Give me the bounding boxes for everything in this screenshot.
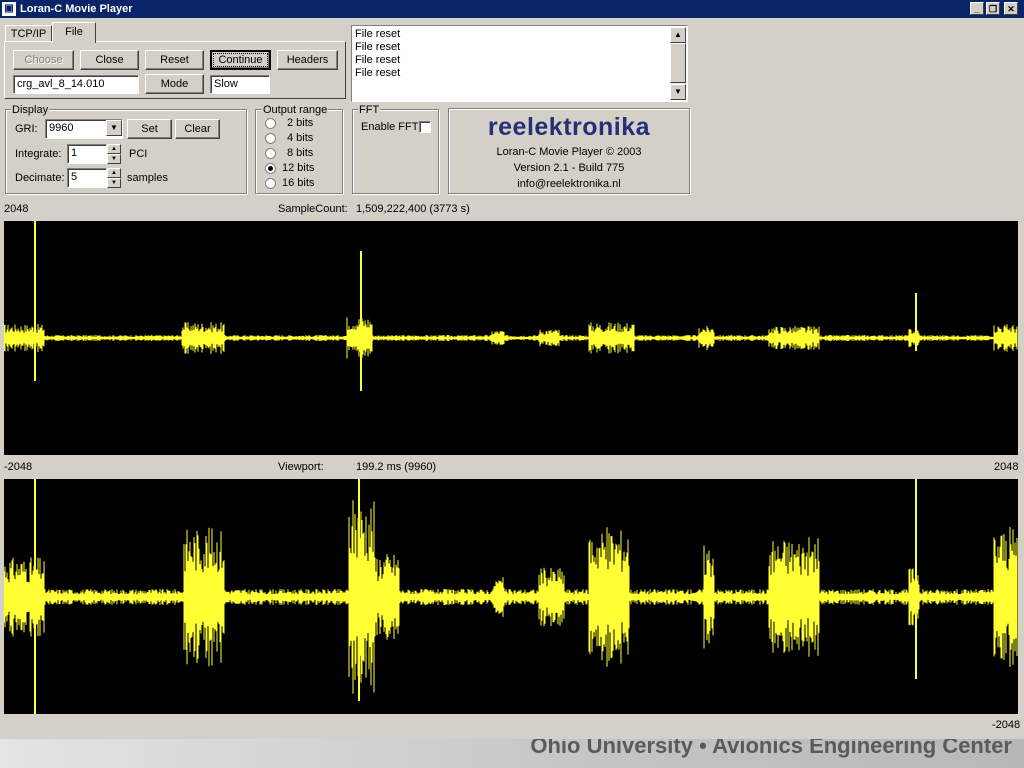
- mode-button[interactable]: Mode: [145, 74, 204, 94]
- samplecount-key: SampleCount:: [278, 203, 348, 215]
- email-text: info@reelektronika.nl: [517, 178, 621, 190]
- footer-text: Ohio University • Avionics Engineering C…: [530, 739, 1012, 758]
- close-window-button[interactable]: ✕: [1004, 2, 1018, 15]
- radio-8-bits[interactable]: [265, 148, 276, 159]
- tab-file[interactable]: File: [52, 22, 96, 43]
- log-line: File reset: [355, 67, 401, 79]
- clear-button[interactable]: Clear: [175, 119, 220, 139]
- display-group-label: Display: [11, 104, 50, 116]
- decimate-label: Decimate:: [15, 172, 65, 184]
- log-line: File reset: [355, 41, 401, 53]
- top-scope-display[interactable]: [4, 221, 1018, 455]
- about-panel: reelektronika Loran-C Movie Player © 200…: [448, 108, 690, 194]
- spin-up-icon[interactable]: ▲: [107, 168, 121, 178]
- gri-value: 9960: [49, 122, 74, 134]
- log-listbox[interactable]: File reset File reset File reset File re…: [351, 25, 688, 102]
- decimate-field[interactable]: 5: [67, 168, 107, 188]
- waveform-trace: [4, 317, 1018, 359]
- enable-fft-checkbox[interactable]: [419, 121, 431, 133]
- radio-label: 2 bits: [287, 117, 314, 129]
- chevron-down-icon[interactable]: ▼: [106, 120, 122, 136]
- window-title: Loran-C Movie Player: [20, 3, 133, 15]
- bottom-scope-display[interactable]: [4, 479, 1018, 714]
- decimate-spinner[interactable]: ▲ ▼: [107, 168, 121, 189]
- restore-button[interactable]: ❐: [986, 2, 1000, 15]
- radio-label: 8 bits: [287, 147, 314, 159]
- radio-12-bits[interactable]: [265, 163, 276, 174]
- top-scope-ymin: -2048: [4, 461, 33, 473]
- gri-label: GRI:: [15, 123, 38, 135]
- app-icon: ▣: [2, 2, 16, 16]
- integrate-unit: PCI: [129, 148, 148, 160]
- headers-button[interactable]: Headers: [277, 50, 338, 70]
- scroll-thumb[interactable]: [670, 43, 686, 83]
- top-waveform: [4, 221, 1018, 391]
- radio-16-bits[interactable]: [265, 178, 276, 189]
- integrate-spinner[interactable]: ▲ ▼: [107, 144, 121, 165]
- filename-field[interactable]: crg_avl_8_14.010: [13, 75, 139, 94]
- radio-4-bits[interactable]: [265, 133, 276, 144]
- samplecount-value: 1,509,222,400 (3773 s): [356, 203, 470, 215]
- minimize-button[interactable]: _: [970, 2, 984, 15]
- gri-select[interactable]: 9960 ▼: [45, 119, 123, 139]
- spin-down-icon[interactable]: ▼: [107, 178, 121, 188]
- reset-button[interactable]: Reset: [145, 50, 204, 70]
- set-button[interactable]: Set: [127, 119, 172, 139]
- decimate-unit: samples: [127, 172, 168, 184]
- radio-label: 12 bits: [282, 162, 315, 174]
- bottom-scope-ymax: 2048: [994, 461, 1019, 473]
- choose-button[interactable]: Choose: [13, 50, 74, 70]
- integrate-field[interactable]: 1: [67, 144, 107, 164]
- radio-label: 16 bits: [282, 177, 315, 189]
- scroll-up-icon[interactable]: ▲: [670, 27, 686, 43]
- top-scope-ymax: 2048: [4, 203, 29, 215]
- radio-label: 4 bits: [287, 132, 314, 144]
- close-file-button[interactable]: Close: [80, 50, 139, 70]
- bottom-waveform: [4, 479, 1018, 714]
- output-range-label: Output range: [262, 104, 329, 116]
- waveform-trace: [4, 500, 1018, 694]
- bottom-scope-ymin: -2048: [992, 719, 1021, 731]
- log-line: File reset: [355, 28, 401, 40]
- footer-banner: Ohio University • Avionics Engineering C…: [0, 739, 1024, 768]
- brand-logo: reelektronika: [487, 113, 651, 141]
- viewport-value: 199.2 ms (9960): [356, 461, 437, 473]
- log-scrollbar[interactable]: ▲ ▼: [670, 27, 686, 100]
- tab-tcpip[interactable]: TCP/IP: [5, 25, 52, 42]
- window-titlebar[interactable]: ▣ Loran-C Movie Player _ ❐ ✕: [0, 0, 1024, 18]
- scroll-down-icon[interactable]: ▼: [670, 84, 686, 100]
- spin-up-icon[interactable]: ▲: [107, 144, 121, 154]
- log-line: File reset: [355, 54, 401, 66]
- integrate-label: Integrate:: [15, 148, 62, 160]
- radio-2-bits[interactable]: [265, 118, 276, 129]
- continue-button[interactable]: Continue: [210, 50, 271, 70]
- viewport-key: Viewport:: [278, 461, 324, 473]
- version-text: Version 2.1 - Build 775: [513, 162, 625, 174]
- product-name: Loran-C Movie Player © 2003: [496, 146, 642, 158]
- fft-group-label: FFT: [358, 104, 381, 116]
- mode-field[interactable]: Slow: [210, 75, 270, 94]
- enable-fft-label: Enable FFT: [361, 121, 419, 133]
- spin-down-icon[interactable]: ▼: [107, 154, 121, 164]
